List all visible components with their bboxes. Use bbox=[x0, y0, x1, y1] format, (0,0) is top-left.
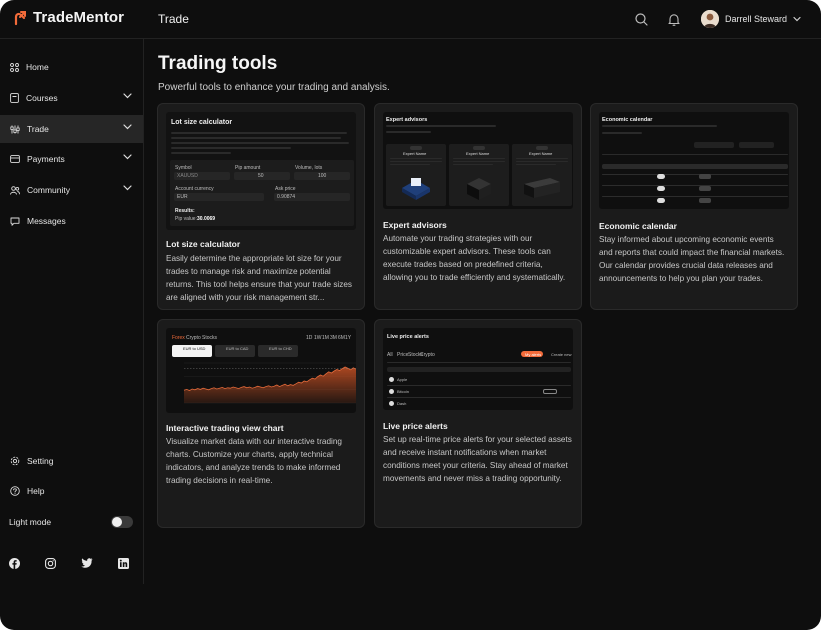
lot-size-preview: Lot size calculator Symbol Pip amount Vo… bbox=[166, 112, 356, 230]
gear-icon bbox=[10, 456, 20, 466]
sidebar-item-label: Trade bbox=[27, 124, 49, 134]
sidebar-item-payments[interactable]: Payments bbox=[0, 145, 143, 173]
instagram-icon[interactable] bbox=[45, 558, 56, 569]
chat-icon bbox=[10, 217, 20, 226]
chevron-down-icon bbox=[123, 185, 132, 191]
light-mode-label: Light mode bbox=[9, 517, 52, 527]
tool-card-trading-chart[interactable]: Forex Crypto Stocks 1D 1W 1M 3M 6M 1Y EU… bbox=[157, 319, 365, 528]
sidebar-item-label: Community bbox=[27, 185, 70, 195]
card-icon bbox=[10, 155, 20, 163]
sidebar-item-label: Messages bbox=[27, 216, 66, 226]
sidebar: Home Courses Trade Payments Community Me… bbox=[0, 39, 144, 584]
help-icon bbox=[10, 486, 20, 496]
sliders-icon bbox=[10, 125, 20, 133]
tool-card-price-alerts[interactable]: Live price alerts All Price Stocks Crypt… bbox=[374, 319, 582, 528]
grid-icon bbox=[10, 62, 19, 72]
chevron-down-icon bbox=[123, 124, 132, 130]
users-icon bbox=[10, 185, 20, 195]
app-name: TradeMentor bbox=[33, 9, 125, 26]
tool-card-economic-calendar[interactable]: Economic calendar Economic calendar Stay… bbox=[590, 103, 798, 310]
card-title: Economic calendar bbox=[599, 221, 677, 231]
logo-icon bbox=[14, 10, 26, 25]
card-description: Visualize market data with our interacti… bbox=[166, 437, 342, 485]
app-window: TradeMentor Trade Darrell Steward Home C… bbox=[0, 0, 821, 630]
economic-calendar-preview: Economic calendar bbox=[599, 112, 789, 209]
tool-card-expert-advisors[interactable]: Expert advisors Expert Name Expert Name bbox=[374, 103, 582, 310]
preview-title: Lot size calculator bbox=[171, 119, 233, 126]
sidebar-item-home[interactable]: Home bbox=[0, 53, 143, 81]
linkedin-icon[interactable] bbox=[118, 558, 129, 569]
light-mode-row: Light mode bbox=[0, 508, 143, 536]
chevron-down-icon bbox=[793, 16, 801, 22]
sidebar-item-setting[interactable]: Setting bbox=[0, 447, 143, 475]
user-menu[interactable]: Darrell Steward bbox=[700, 10, 801, 28]
sidebar-item-label: Payments bbox=[27, 154, 65, 164]
trading-chart-preview: Forex Crypto Stocks 1D 1W 1M 3M 6M 1Y EU… bbox=[166, 328, 356, 413]
card-description: Easily determine the appropriate lot siz… bbox=[166, 254, 352, 302]
sidebar-item-community[interactable]: Community bbox=[0, 176, 143, 204]
card-description: Set up real-time price alerts for your s… bbox=[383, 435, 572, 483]
sidebar-item-label: Help bbox=[27, 486, 45, 496]
area-chart bbox=[183, 362, 356, 404]
avatar-image bbox=[700, 10, 719, 28]
chevron-down-icon bbox=[123, 93, 132, 99]
card-title: Expert advisors bbox=[383, 220, 447, 230]
sidebar-item-label: Setting bbox=[27, 456, 54, 466]
twitter-icon[interactable] bbox=[81, 558, 93, 568]
expert-advisors-preview: Expert advisors Expert Name Expert Name bbox=[383, 112, 573, 209]
facebook-icon[interactable] bbox=[9, 558, 20, 569]
sidebar-item-label: Home bbox=[26, 62, 49, 72]
search-icon bbox=[635, 12, 649, 26]
avatar bbox=[700, 10, 719, 28]
social-links bbox=[9, 558, 129, 569]
book-icon bbox=[10, 93, 19, 103]
tool-card-lot-size[interactable]: Lot size calculator Symbol Pip amount Vo… bbox=[157, 103, 365, 310]
sidebar-item-trade[interactable]: Trade bbox=[0, 115, 143, 143]
light-mode-toggle[interactable] bbox=[111, 516, 133, 528]
top-bar: TradeMentor Trade Darrell Steward bbox=[0, 0, 821, 39]
card-title: Lot size calculator bbox=[166, 239, 241, 249]
user-name: Darrell Steward bbox=[724, 14, 787, 24]
card-description: Stay informed about upcoming economic ev… bbox=[599, 235, 785, 283]
sidebar-item-courses[interactable]: Courses bbox=[0, 84, 143, 112]
page-subtitle: Powerful tools to enhance your trading a… bbox=[158, 82, 390, 93]
card-title: Live price alerts bbox=[383, 421, 448, 431]
sidebar-item-help[interactable]: Help bbox=[0, 477, 143, 505]
sidebar-item-messages[interactable]: Messages bbox=[0, 207, 143, 235]
sidebar-item-label: Courses bbox=[26, 93, 58, 103]
chevron-down-icon bbox=[123, 154, 132, 160]
notifications-button[interactable] bbox=[663, 8, 685, 30]
block-illustration bbox=[524, 178, 560, 198]
section-heading: Trade bbox=[158, 12, 189, 26]
logo[interactable]: TradeMentor bbox=[13, 9, 124, 26]
chip-illustration bbox=[402, 178, 430, 200]
price-alerts-preview: Live price alerts All Price Stocks Crypt… bbox=[383, 328, 573, 410]
card-title: Interactive trading view chart bbox=[166, 423, 284, 433]
page-title: Trading tools bbox=[158, 53, 278, 74]
card-description: Automate your trading strategies with ou… bbox=[383, 234, 566, 282]
bell-icon bbox=[668, 13, 680, 26]
cube-illustration bbox=[467, 178, 491, 200]
search-button[interactable] bbox=[631, 8, 653, 30]
